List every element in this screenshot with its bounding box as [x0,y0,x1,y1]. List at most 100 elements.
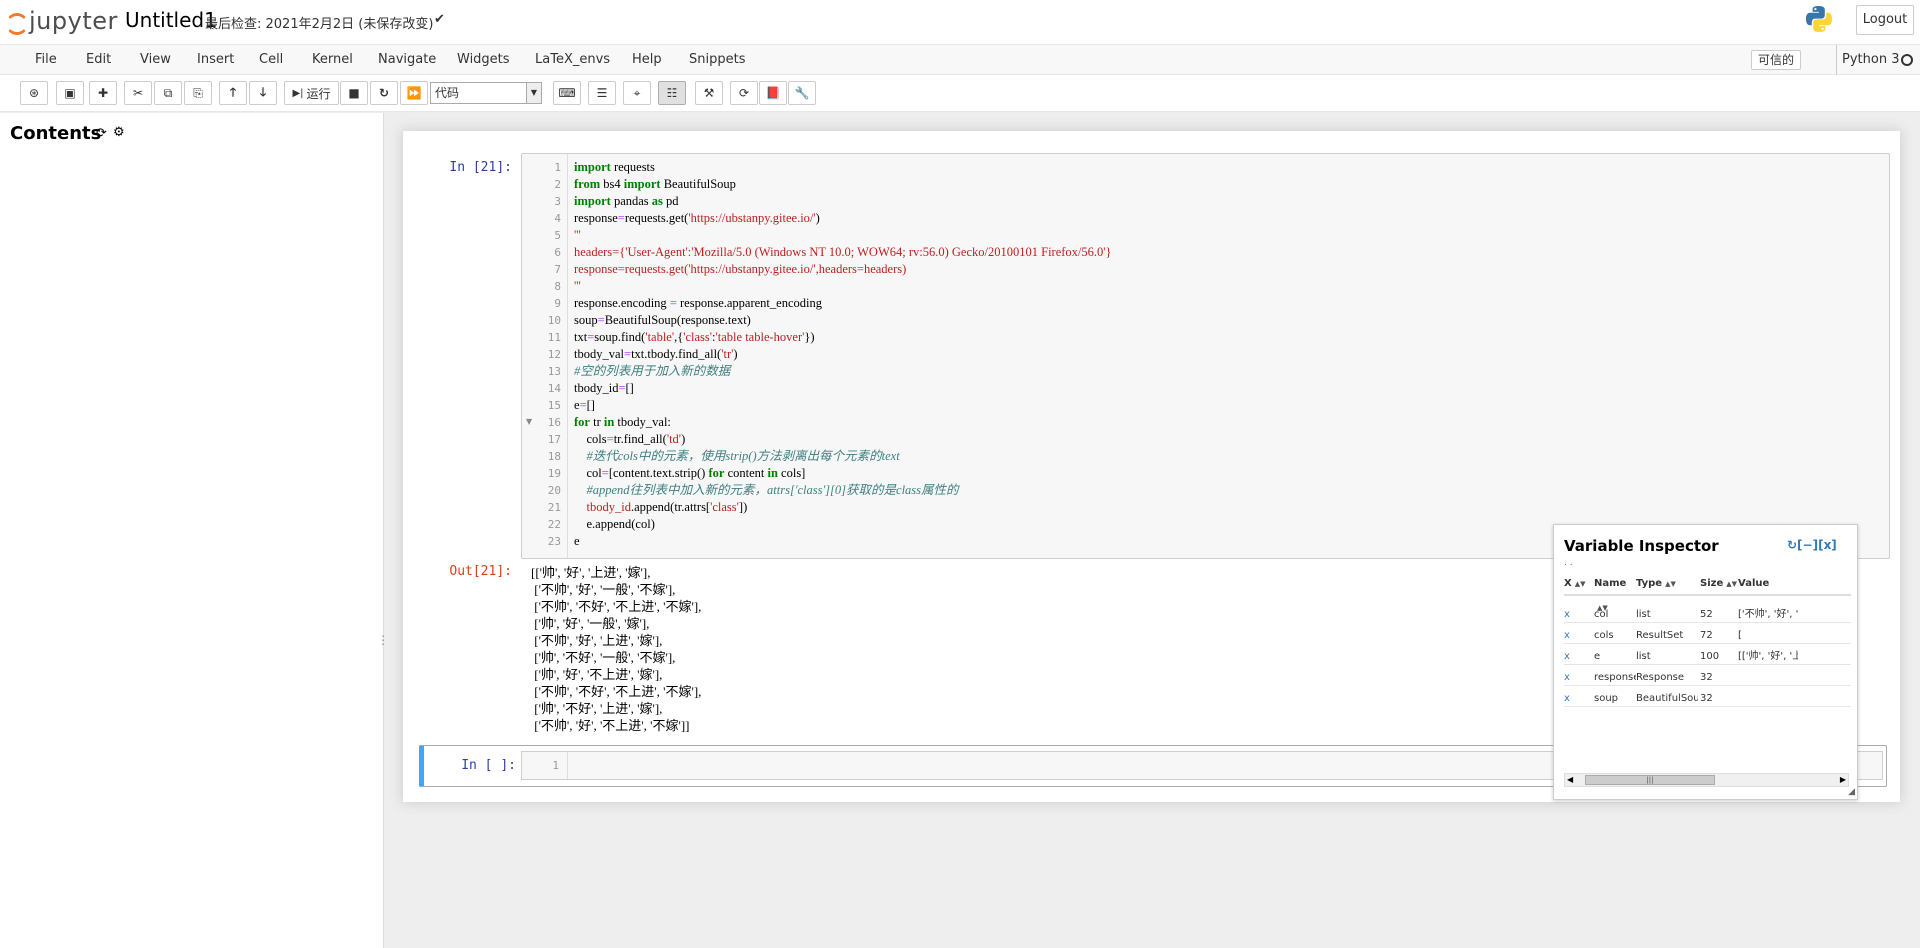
variable-inspector-button[interactable]: ☷ [658,81,686,105]
command-palette-button[interactable]: ⌨ [553,81,581,105]
input-prompt: In [21]: [449,160,512,175]
column-header-x[interactable]: X ▲▼ [1564,572,1594,596]
line-number: 22 [547,518,561,531]
toc-gear-icon[interactable]: ⚙ [113,125,125,140]
line-number: 1 [554,161,561,174]
run-button[interactable]: ▶| 运行 [284,81,339,105]
trusted-badge[interactable]: 可信的 [1751,50,1802,70]
wrench-button[interactable]: 🔧 [788,81,816,105]
code-line: tbody_id.append(tr.attrs['class']) [586,500,748,514]
code-cell[interactable]: In [21]: 1 2 3 4 5 6 7 8 9 10 11 12 13 14 15 16 17 18 19 20… [416,153,1890,559]
header: jupyter Untitled1 最后检查: 2021年2月2日 (未保存改变… [0,0,1920,45]
code-line: e=[] [574,398,595,412]
save-button[interactable]: ▣ [56,81,84,105]
variable-inspector-panel[interactable]: Variable Inspector ↻[−][x] . . X ▲▼ Name▲▼… [1553,524,1858,800]
restart-run-all-button[interactable]: ⏩ [400,81,428,105]
column-header-type[interactable]: Type ▲▼ [1636,572,1700,596]
python-logo-icon [1806,6,1832,32]
variable-value [1738,686,1798,712]
move-down-button[interactable]: 🡓 [249,81,277,105]
insert-cell-button[interactable]: ✚ [89,81,117,105]
sort-icon[interactable]: ▲▼ [1575,572,1586,596]
toc-toggle-button[interactable]: ⊛ [20,81,48,105]
numbered-list-button[interactable]: ☰ [588,81,616,105]
output-line: ['帅', '好', '一般', '嫁'], [531,616,650,631]
line-number-gutter: 1 2 3 4 5 6 7 8 9 10 11 12 13 14 15 16 17 18 19 20 21 22 23 [522,154,568,558]
paste-button[interactable]: ⎘ [184,81,212,105]
menu-help[interactable]: Help [632,45,662,75]
line-number: 5 [554,229,561,242]
logout-button[interactable]: Logout [1856,5,1914,35]
toc-sidebar: Contents ⟳ ⚙ ⋮ [0,113,389,948]
arrow-up-icon: 🡑 [229,84,237,99]
menu-kernel[interactable]: Kernel [312,45,353,75]
menu-edit[interactable]: Edit [86,45,111,75]
menu-snippets[interactable]: Snippets [689,45,745,75]
line-number: 8 [554,280,561,293]
toc-refresh-icon[interactable]: ⟳ [96,126,107,141]
cell-type-select[interactable]: 代码 ▼ [430,82,542,104]
row-divider [1564,706,1851,707]
menu-insert[interactable]: Insert [197,45,234,75]
scroll-right-icon[interactable]: ▶ [1840,774,1846,786]
variable-name: soup [1594,693,1619,704]
gavel-button[interactable]: ⚒ [695,81,723,105]
crosshairs-button[interactable]: ⌖ [623,81,651,105]
notebook-name[interactable]: Untitled1 [125,8,217,32]
fold-arrow-icon[interactable]: ▼ [526,417,532,426]
inspector-controls[interactable]: ↻[−][x] [1787,538,1837,552]
sort-icon[interactable]: ▲▼ [1665,572,1676,596]
code-line: from bs4 import BeautifulSoup [574,177,736,191]
toolbar: ⊛ ▣ ✚ ✂ ⧉ ⎘ 🡑 🡓 ▶| 运行 ■ ↻ ⏩ 代码 ▼ ⌨ ☰ ⌖ ☷… [0,75,1920,112]
step-forward-icon: ▶| [292,87,304,99]
variable-size: 32 [1700,693,1713,704]
scroll-left-icon[interactable]: ◀ [1567,774,1573,786]
output-line: ['帅', '不好', '上进', '嫁'], [531,701,663,716]
code-editor[interactable]: 1 2 3 4 5 6 7 8 9 10 11 12 13 14 15 16 17 18 19 20 21 22 23 ▼ … [521,153,1890,559]
code-line: import requests [574,160,655,174]
variable-table: X ▲▼ Name▲▼ Type ▲▼ Size ▲▼ Value x col list 52 ['不帅… [1564,572,1851,732]
menu-widgets[interactable]: Widgets [457,45,510,75]
list-icon: ☷ [666,86,678,100]
code-line: response=requests.get('https://ubstanpy.… [574,211,820,225]
copy-button[interactable]: ⧉ [154,81,182,105]
kernel-name: Python 3 [1836,45,1899,75]
refresh-icon: ⟳ [738,86,750,100]
variable-inspector-title: Variable Inspector [1564,537,1719,555]
cut-button[interactable]: ✂ [124,81,152,105]
column-header-value[interactable]: Value [1738,572,1851,596]
inspector-dots: . . [1564,558,1573,568]
line-number: 13 [547,365,561,378]
toc-icon: ⊛ [28,86,40,100]
line-number: 23 [547,535,561,548]
output-line: [['帅', '好', '上进', '嫁'], [531,565,651,580]
menu-file[interactable]: File [35,45,57,75]
output-prompt: Out[21]: [449,564,512,579]
code-line: #空的列表用于加入新的数据 [574,364,731,378]
restart-button[interactable]: ↻ [370,81,398,105]
column-header-size[interactable]: Size ▲▼ [1700,572,1738,596]
output-line: ['帅', '不好', '一般', '不嫁'], [531,650,676,665]
line-number: 20 [547,484,561,497]
menu-navigate[interactable]: Navigate [378,45,436,75]
toc-resize-handle[interactable]: ⋮ [377,633,389,647]
menu-latex-envs[interactable]: LaTeX_envs [535,45,610,75]
sort-icon[interactable]: ▲▼ [1726,572,1737,596]
column-header-label: Type [1636,578,1663,589]
code-line: headers={'User-Agent':'Mozilla/5.0 (Wind… [574,245,1112,259]
save-icon: ▣ [64,86,76,100]
delete-variable-button[interactable]: x [1564,686,1592,712]
resize-grip-icon[interactable]: ◢ [1848,787,1855,797]
refresh-button[interactable]: ⟳ [730,81,758,105]
jupyter-logo[interactable]: jupyter [5,6,118,36]
menu-view[interactable]: View [140,45,171,75]
menu-cell[interactable]: Cell [259,45,283,75]
scrollbar-thumb[interactable]: ||| [1585,775,1715,785]
book-button[interactable]: 📕 [759,81,787,105]
interrupt-button[interactable]: ■ [340,81,368,105]
code-line: import pandas as pd [574,194,679,208]
column-header-name[interactable]: Name▲▼ [1594,572,1636,612]
move-up-button[interactable]: 🡑 [219,81,247,105]
code-line: response.encoding = response.apparent_en… [574,296,822,310]
horizontal-scrollbar[interactable]: ◀ ||| ▶ [1564,773,1849,787]
